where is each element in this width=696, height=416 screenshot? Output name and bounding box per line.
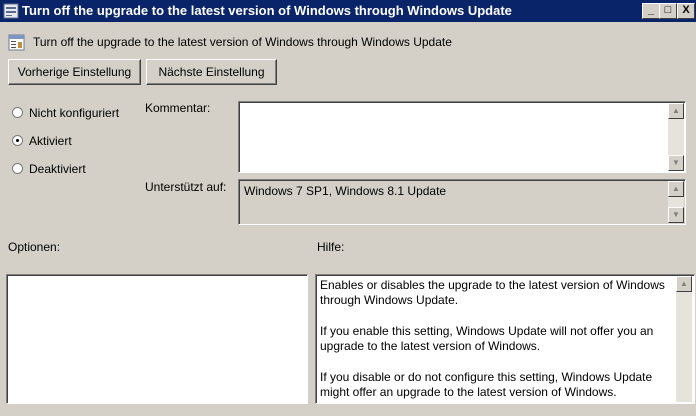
radio-label: Deaktiviert — [29, 162, 86, 176]
supported-label: Unterstützt auf: — [145, 180, 227, 194]
help-paragraph: Enables or disables the upgrade to the l… — [320, 278, 665, 307]
radio-button[interactable] — [12, 135, 23, 146]
scroll-down-arrow-icon[interactable]: ▼ — [668, 207, 684, 223]
supported-value: Windows 7 SP1, Windows 8.1 Update — [244, 184, 447, 198]
options-panel[interactable] — [6, 274, 308, 404]
window-title: Turn off the upgrade to the latest versi… — [22, 3, 512, 18]
help-text: Enables or disables the upgrade to the l… — [320, 278, 672, 416]
supported-scrollbar[interactable]: ▲ ▼ — [668, 181, 684, 223]
scroll-down-arrow-icon[interactable]: ▼ — [668, 155, 684, 171]
radio-selected-dot — [16, 139, 19, 142]
title-bar[interactable]: Turn off the upgrade to the latest versi… — [0, 0, 696, 22]
radio-label: Aktiviert — [29, 134, 72, 148]
scroll-up-arrow-icon[interactable]: ▲ — [668, 103, 684, 119]
scroll-up-arrow-icon[interactable]: ▲ — [668, 181, 684, 197]
help-label: Hilfe: — [317, 240, 345, 254]
help-panel[interactable]: Enables or disables the upgrade to the l… — [315, 274, 695, 404]
close-button[interactable]: X — [677, 3, 695, 19]
maximize-button[interactable]: □ — [659, 3, 677, 19]
radio-button[interactable] — [12, 163, 23, 174]
radio-button[interactable] — [12, 107, 23, 118]
scroll-up-arrow-icon[interactable]: ▲ — [676, 276, 692, 292]
help-paragraph: If you enable this setting, Windows Upda… — [320, 324, 654, 353]
minimize-button[interactable]: _ — [642, 3, 660, 19]
comment-textarea[interactable]: ▲ ▼ — [238, 101, 686, 173]
help-scrollbar[interactable]: ▲ — [676, 276, 692, 402]
policy-title: Turn off the upgrade to the latest versi… — [33, 35, 452, 49]
previous-setting-button[interactable]: Vorherige Einstellung — [8, 59, 141, 85]
supported-field: Windows 7 SP1, Windows 8.1 Update ▲ ▼ — [238, 179, 686, 225]
comment-scrollbar[interactable]: ▲ ▼ — [668, 103, 684, 171]
comment-label: Kommentar: — [145, 101, 211, 115]
options-label: Optionen: — [8, 240, 61, 254]
next-setting-button[interactable]: Nächste Einstellung — [146, 59, 277, 85]
radio-label: Nicht konfiguriert — [29, 106, 120, 120]
policy-setting-icon — [8, 34, 25, 51]
help-paragraph: If you disable or do not configure this … — [320, 370, 653, 399]
policy-window-icon — [3, 3, 19, 19]
